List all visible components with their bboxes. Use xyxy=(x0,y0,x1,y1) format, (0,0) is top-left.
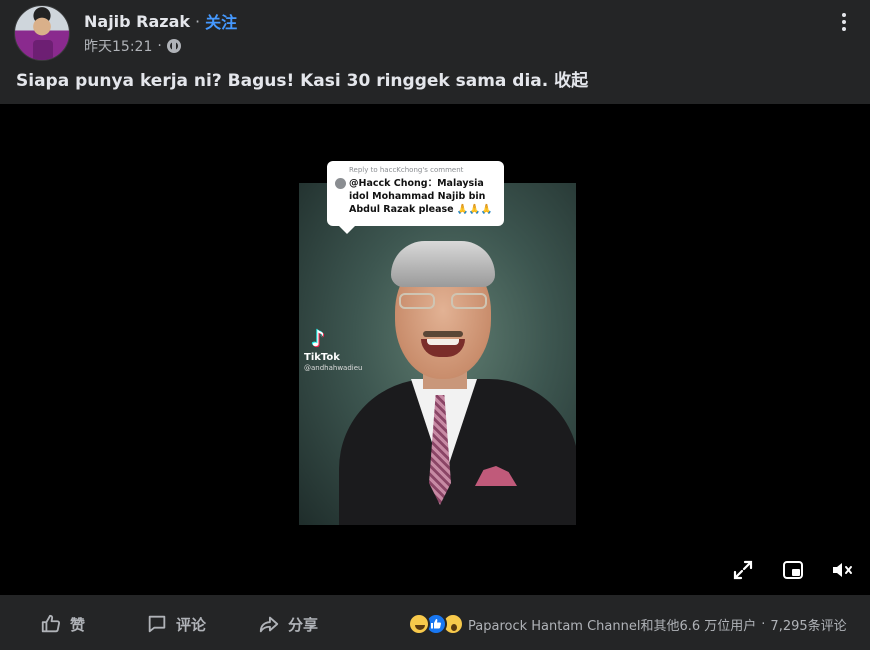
glasses-shape xyxy=(399,293,487,311)
collapse-link[interactable]: 收起 xyxy=(554,71,588,91)
tiktok-handle: @andhahwadieu xyxy=(304,364,363,372)
mute-icon xyxy=(833,563,852,577)
author-name[interactable]: Najib Razak xyxy=(84,12,190,31)
more-options-button[interactable] xyxy=(832,10,856,34)
post-timestamp[interactable]: 昨天15:21 xyxy=(84,36,152,56)
reply-comment-bubble: Reply to haccKchong's comment @Hacck Cho… xyxy=(327,161,504,234)
reply-line: Reply to haccKchong's comment xyxy=(349,166,464,174)
reactions-text[interactable]: Paparock Hantam Channel和其他6.6 万位用户 xyxy=(468,615,756,634)
tiktok-watermark: ♪ TikTok @andhahwadieu xyxy=(303,328,373,374)
expand-icon xyxy=(733,560,753,580)
reactions-summary: Paparock Hantam Channel和其他6.6 万位用户 · 7,2… xyxy=(408,612,847,636)
engagement-separator: · xyxy=(761,616,766,632)
video-player[interactable]: Reply to haccKchong's comment @Hacck Cho… xyxy=(0,104,870,595)
author-avatar[interactable] xyxy=(14,5,70,61)
like-label: 赞 xyxy=(70,615,86,634)
caption-text: Siapa punya kerja ni? Bagus! Kasi 30 rin… xyxy=(16,71,549,91)
meta-separator: · xyxy=(157,38,162,54)
dot-icon xyxy=(842,20,846,24)
dot-icon xyxy=(842,27,846,31)
hair-shape xyxy=(391,241,495,287)
haha-reaction-icon[interactable] xyxy=(408,613,430,635)
picture-in-picture-button[interactable] xyxy=(781,558,805,582)
mustache-shape xyxy=(423,331,463,337)
fullscreen-button[interactable] xyxy=(731,558,755,582)
tiktok-brand: TikTok xyxy=(304,352,340,363)
follow-button[interactable]: 关注 xyxy=(205,9,237,33)
globe-icon xyxy=(166,39,181,53)
mute-button[interactable] xyxy=(830,558,854,582)
pip-icon xyxy=(783,561,803,579)
video-controls xyxy=(0,544,870,594)
like-button[interactable]: 赞 xyxy=(40,612,85,636)
post-meta: 昨天15:21 · xyxy=(84,36,181,56)
comments-count[interactable]: 7,295条评论 xyxy=(770,615,846,634)
share-icon xyxy=(259,616,279,633)
comment-icon xyxy=(148,615,166,633)
comment-label: 评论 xyxy=(176,615,207,634)
dot-icon xyxy=(842,13,846,17)
thumbs-up-icon xyxy=(41,614,61,633)
post-header: Najib Razak · 关注 昨天15:21 · xyxy=(0,0,870,64)
name-separator: · xyxy=(195,11,201,31)
bubble-text: @Hacck Chong：Malaysia idol Mohammad Naji… xyxy=(349,178,493,215)
author-row: Najib Razak · 关注 xyxy=(84,9,237,33)
share-button[interactable]: 分享 xyxy=(258,612,318,636)
post-caption: Siapa punya kerja ni? Bagus! Kasi 30 rin… xyxy=(16,66,856,91)
share-label: 分享 xyxy=(288,615,319,634)
comment-button[interactable]: 评论 xyxy=(146,612,206,636)
commenter-avatar xyxy=(335,178,346,189)
tiktok-logo-icon: ♪ xyxy=(311,327,326,352)
